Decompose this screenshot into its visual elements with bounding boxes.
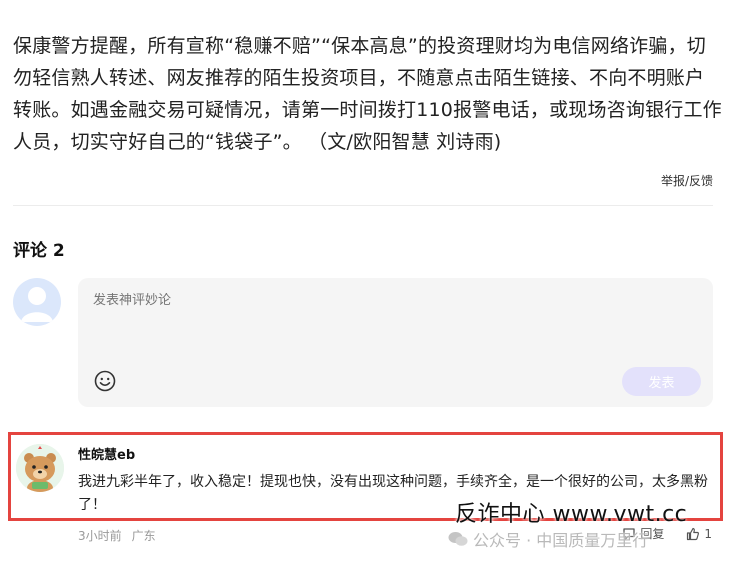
watermark-account: 公众号 · 中国质量万里行 [448, 527, 648, 551]
bear-avatar-icon [16, 444, 64, 492]
watermark-account-text: 公众号 · 中国质量万里行 [473, 531, 649, 550]
comment-compose-box: 发表 [78, 278, 713, 407]
default-avatar-icon [21, 287, 53, 322]
comment-user-avatar[interactable] [16, 444, 64, 492]
report-feedback-link[interactable]: 举报/反馈 [661, 172, 713, 189]
article-paragraph: 保康警方提醒，所有宣称“稳赚不赔”“保本高息”的投资理财均为电信网络诈骗，切勿轻… [13, 35, 722, 153]
comments-title: 评论 2 [13, 241, 65, 261]
send-comment-button[interactable]: 发表 [622, 367, 701, 396]
comment-user-name[interactable]: 性皖慧eb [78, 444, 135, 463]
comment-time: 3小时前 [78, 529, 122, 543]
watermark-anti-fraud: 反诈中心 www.vwt.cc [455, 502, 688, 527]
emoji-icon[interactable] [94, 370, 116, 392]
comment-location: 广东 [131, 529, 156, 543]
current-user-avatar [13, 278, 61, 326]
thumbs-up-icon [687, 527, 700, 540]
wechat-icon [448, 532, 468, 546]
like-button[interactable]: 1 [686, 527, 712, 541]
comment-input[interactable] [93, 293, 698, 308]
like-count: 1 [704, 526, 712, 541]
comment-meta: 3小时前 广东 [78, 527, 156, 544]
divider [13, 205, 713, 206]
